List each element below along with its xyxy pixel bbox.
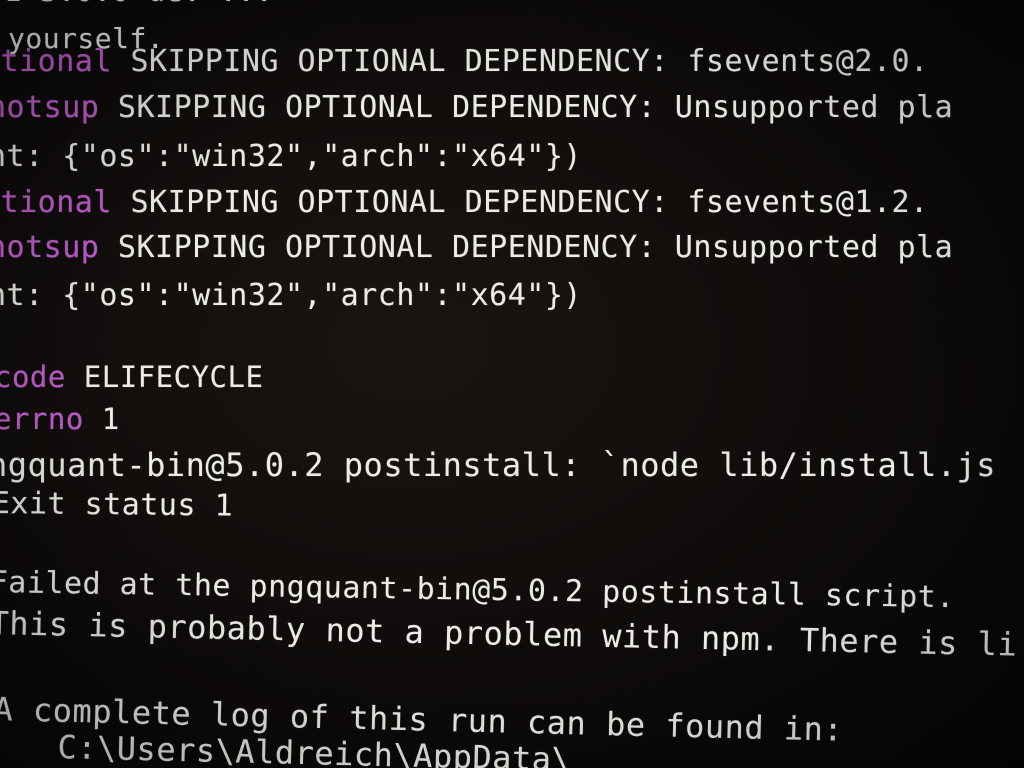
npm-warn-prefix: ptional xyxy=(0,185,112,220)
line-text: 1 xyxy=(83,402,120,436)
terminal-line: nt: {"os":"win32","arch":"x64"}) xyxy=(0,139,582,174)
line-text: SKIPPING OPTIONAL DEPENDENCY: fsevents@2… xyxy=(111,44,929,79)
terminal-line: nt: {"os":"win32","arch":"x64"}) xyxy=(0,278,582,313)
terminal-line: notsup SKIPPING OPTIONAL DEPENDENCY: Uns… xyxy=(0,230,953,265)
npm-warn-prefix: ptional xyxy=(0,44,112,79)
npm-err-prefix: errno xyxy=(0,402,84,436)
terminal-line: Exit status 1 xyxy=(0,486,233,524)
terminal-line: -1 3.0.0 de. ... xyxy=(0,0,273,8)
npm-err-prefix: code xyxy=(0,360,66,394)
line-text: SKIPPING OPTIONAL DEPENDENCY: Unsupporte… xyxy=(99,90,954,125)
line-text: SKIPPING OPTIONAL DEPENDENCY: Unsupporte… xyxy=(99,230,954,265)
line-text: -1 3.0.0 de. ... xyxy=(0,0,273,8)
npm-warn-prefix: notsup xyxy=(0,90,100,125)
line-text: nt: {"os":"win32","arch":"x64"}) xyxy=(0,139,582,174)
terminal-line: errno 1 xyxy=(0,402,120,436)
terminal-output[interactable]: -1 3.0.0 de. ... yourself. ptional SKIPP… xyxy=(0,0,1024,768)
terminal-screen: -1 3.0.0 de. ... yourself. ptional SKIPP… xyxy=(0,0,1024,768)
npm-warn-prefix: notsup xyxy=(0,230,100,265)
terminal-line: ngquant-bin@5.0.2 postinstall: `node lib… xyxy=(0,446,996,484)
terminal-line: notsup SKIPPING OPTIONAL DEPENDENCY: Uns… xyxy=(0,90,953,125)
terminal-line: ptional SKIPPING OPTIONAL DEPENDENCY: fs… xyxy=(0,44,929,79)
line-text: nt: {"os":"win32","arch":"x64"}) xyxy=(0,278,582,313)
line-text: SKIPPING OPTIONAL DEPENDENCY: fsevents@1… xyxy=(111,185,929,220)
line-text: ngquant-bin@5.0.2 postinstall: `node lib… xyxy=(0,446,997,484)
terminal-line: ptional SKIPPING OPTIONAL DEPENDENCY: fs… xyxy=(0,185,929,220)
line-text: Exit status 1 xyxy=(0,486,234,524)
line-text: ELIFECYCLE xyxy=(65,360,264,394)
terminal-line: code ELIFECYCLE xyxy=(0,360,263,394)
